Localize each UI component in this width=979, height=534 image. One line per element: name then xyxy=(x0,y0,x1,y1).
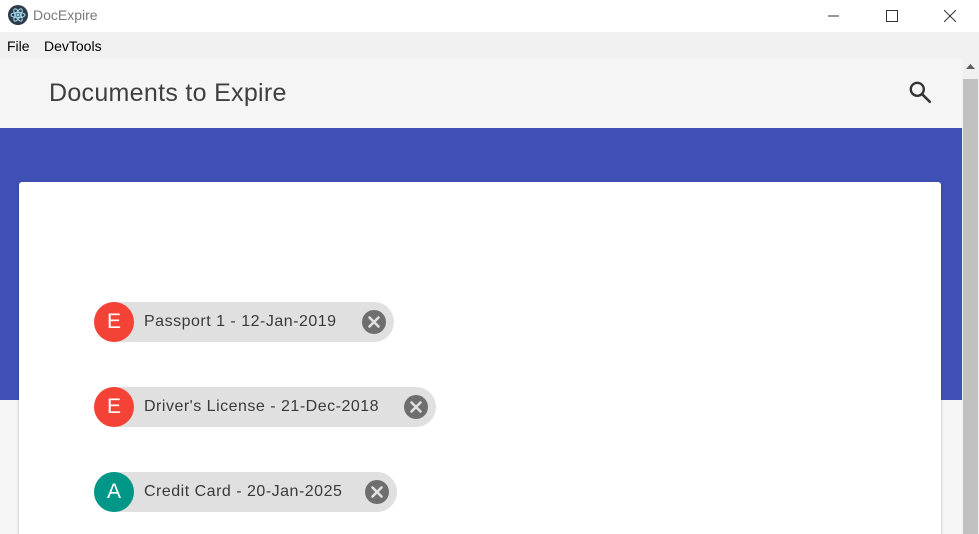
status-avatar: A xyxy=(94,472,134,512)
search-icon xyxy=(909,81,932,104)
remove-document-button[interactable] xyxy=(403,394,429,420)
vertical-scrollbar[interactable] xyxy=(962,58,979,534)
maximize-icon xyxy=(886,10,898,22)
status-avatar: E xyxy=(94,387,134,427)
document-chip[interactable]: E Driver's License - 21-Dec-2018 xyxy=(94,387,436,427)
close-window-button[interactable] xyxy=(927,0,973,32)
window-titlebar[interactable]: DocExpire xyxy=(0,0,979,32)
search-button[interactable] xyxy=(905,77,935,107)
minimize-icon xyxy=(828,15,839,17)
document-label: Driver's License - 21-Dec-2018 xyxy=(144,398,380,415)
scrollbar-thumb[interactable] xyxy=(963,79,978,534)
window-title: DocExpire xyxy=(33,7,98,23)
app-header: Documents to Expire xyxy=(0,58,962,128)
page-title: Documents to Expire xyxy=(49,79,287,107)
document-chip[interactable]: E Passport 1 - 12-Jan-2019 xyxy=(94,302,394,342)
menu-devtools[interactable]: DevTools xyxy=(44,38,102,54)
menu-file[interactable]: File xyxy=(7,38,30,54)
remove-document-button[interactable] xyxy=(361,309,387,335)
document-label: Credit Card - 20-Jan-2025 xyxy=(144,483,343,500)
document-chip[interactable]: A Credit Card - 20-Jan-2025 xyxy=(94,472,397,512)
remove-document-button[interactable] xyxy=(364,479,390,505)
maximize-button[interactable] xyxy=(869,0,915,32)
cancel-circle-icon xyxy=(362,310,386,334)
scroll-up-button[interactable] xyxy=(962,58,979,75)
chevron-up-icon xyxy=(966,64,975,69)
cancel-circle-icon xyxy=(404,395,428,419)
document-label: Passport 1 - 12-Jan-2019 xyxy=(144,313,337,330)
minimize-button[interactable] xyxy=(811,0,857,32)
electron-atom-icon xyxy=(8,5,28,25)
status-avatar: E xyxy=(94,302,134,342)
close-icon xyxy=(944,10,956,22)
documents-card: E Passport 1 - 12-Jan-2019 E Driver's Li… xyxy=(19,182,941,534)
cancel-circle-icon xyxy=(365,480,389,504)
menu-bar: File DevTools xyxy=(0,32,979,58)
